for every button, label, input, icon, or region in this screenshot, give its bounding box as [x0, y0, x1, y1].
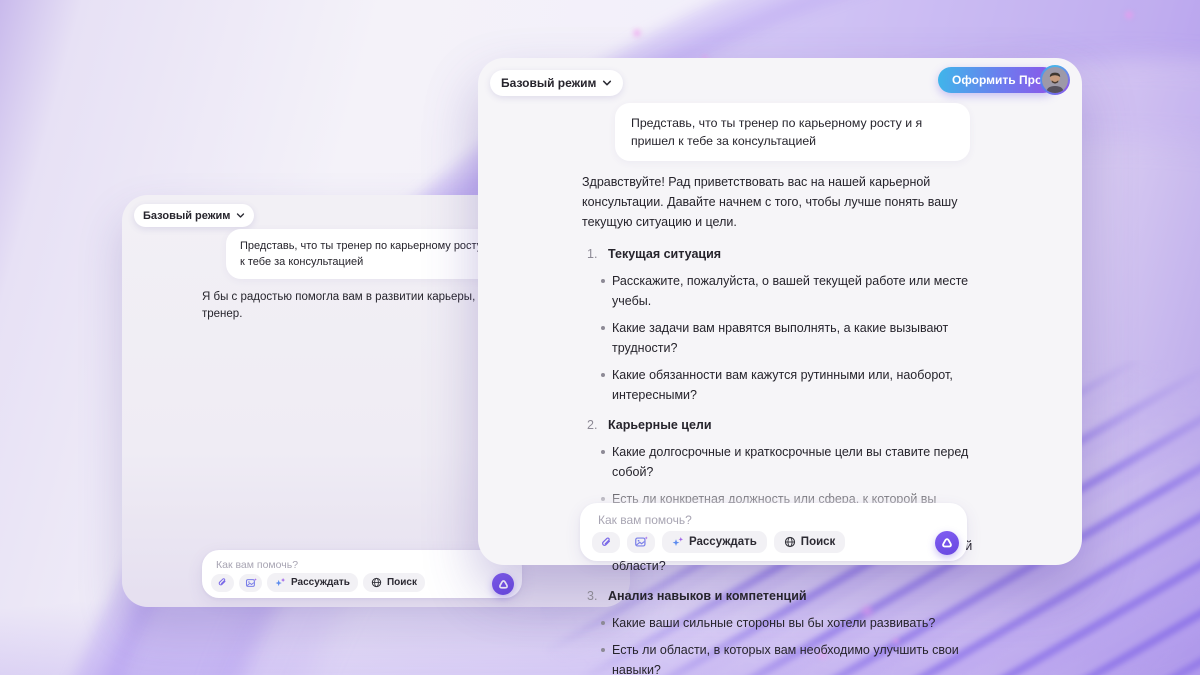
list-item: Есть ли области, в которых вам необходим…: [582, 640, 986, 675]
list-title: Карьерные цели: [608, 418, 712, 432]
alice-logo-icon: [942, 538, 952, 548]
chevron-down-icon: [237, 213, 245, 218]
message-composer[interactable]: Как вам помочь? Рассуждать Поиск: [580, 503, 967, 561]
composer-placeholder: Как вам помочь?: [216, 559, 299, 571]
attach-button[interactable]: [592, 531, 620, 553]
alice-logo-icon: [498, 579, 508, 589]
reason-label: Рассуждать: [291, 577, 350, 588]
paperclip-icon: [601, 536, 610, 546]
paperclip-icon: [218, 578, 226, 586]
assistant-intro-text: Здравствуйте! Рад приветствовать вас на …: [582, 175, 958, 229]
list-number: 2.: [587, 418, 598, 432]
list-item: Какие обязанности вам кажутся рутинными …: [582, 365, 986, 405]
list-number: 3.: [587, 589, 598, 603]
search-label: Поиск: [800, 536, 836, 548]
reason-button[interactable]: Рассуждать: [267, 573, 358, 592]
image-icon: [245, 577, 257, 587]
user-photo-icon: [1042, 67, 1068, 93]
gallery-button[interactable]: [627, 531, 655, 553]
message-composer[interactable]: Как вам помочь? Рассуждать Поиск: [202, 550, 522, 598]
globe-icon: [371, 577, 382, 588]
attach-button[interactable]: [211, 573, 234, 592]
list-item: Какие долгосрочные и краткосрочные цели …: [582, 442, 986, 482]
sparkles-icon: [672, 537, 684, 546]
search-label: Поиск: [386, 577, 417, 588]
list-number: 1.: [587, 247, 598, 261]
gallery-button[interactable]: [239, 573, 262, 592]
subscribe-pro-button[interactable]: Оформить Про: [938, 67, 1057, 93]
list-section-header: 3. Анализ навыков и компетенций: [582, 586, 986, 606]
list-item: Какие задачи вам нравятся выполнять, а к…: [582, 318, 986, 358]
search-button[interactable]: Поиск: [773, 531, 846, 553]
mode-label: Базовый режим: [501, 76, 597, 90]
composer-toolbar: Рассуждать Поиск: [211, 573, 425, 592]
list-item: Какие ваши сильные стороны вы бы хотели …: [582, 613, 986, 633]
composer-placeholder: Как вам помочь?: [598, 513, 692, 527]
reason-button[interactable]: Рассуждать: [662, 531, 767, 553]
search-button[interactable]: Поиск: [362, 573, 425, 592]
chevron-down-icon: [603, 80, 612, 86]
mode-dropdown[interactable]: Базовый режим: [134, 204, 255, 227]
user-message-text: Представь, что ты тренер по карьерному р…: [631, 116, 923, 148]
composer-toolbar: Рассуждать Поиск: [592, 531, 846, 553]
avatar[interactable]: [1040, 65, 1070, 95]
alice-chat-screenshot: Базовый режим Представь, что ты тренер п…: [0, 0, 1200, 675]
background-sparkle-dots: [0, 0, 6, 6]
assistant-message: Здравствуйте! Рад приветствовать вас на …: [582, 172, 986, 675]
list-title: Текущая ситуация: [608, 247, 722, 261]
send-alice-button[interactable]: [492, 573, 514, 595]
assistant-message-text: Я бы с радостью помогла вам в развитии к…: [202, 291, 517, 320]
mode-dropdown[interactable]: Базовый режим: [490, 70, 624, 96]
list-section-header: 2. Карьерные цели: [582, 415, 986, 435]
list-item: Расскажите, пожалуйста, о вашей текущей …: [582, 271, 986, 311]
list-section-header: 1. Текущая ситуация: [582, 244, 986, 264]
mode-label: Базовый режим: [143, 209, 231, 222]
send-alice-button[interactable]: [935, 531, 959, 555]
reason-label: Рассуждать: [689, 536, 757, 548]
image-icon: [635, 536, 648, 547]
list-title: Анализ навыков и компетенций: [608, 589, 807, 603]
globe-icon: [784, 536, 795, 548]
chat-window-foreground: Базовый режим Оформить Про Представь, чт…: [478, 58, 1082, 675]
sparkles-icon: [275, 577, 286, 587]
user-message-bubble: Представь, что ты тренер по карьерному р…: [615, 103, 970, 161]
